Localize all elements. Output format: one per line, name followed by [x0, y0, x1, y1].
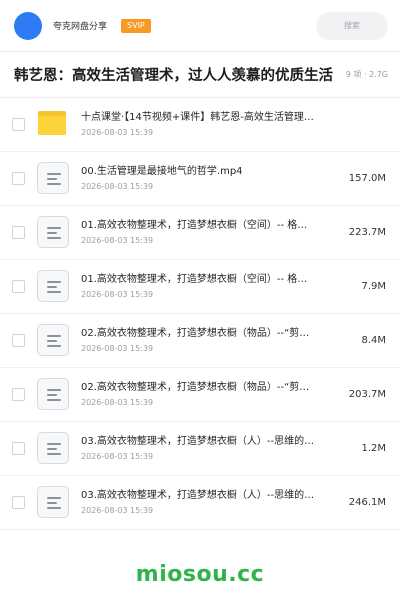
file-info: 03.高效衣物整理术，打造梦想衣橱（人）--思维的… 2026-08-03 15:…	[81, 435, 346, 462]
file-date: 2026-08-03 15:39	[81, 506, 154, 515]
file-row[interactable]: 00.生活管理是最接地气的哲学.mp4 2026-08-03 15:39 157.0…	[0, 152, 400, 206]
share-header: 夸克网盘分享 SVIP 搜索	[0, 0, 400, 52]
file-info: 02.高效衣物整理术，打造梦想衣橱（物品）--“剪… 2026-08-03 15:…	[81, 381, 346, 408]
file-info: 十点课堂·【14节视频+课件】韩艺恩-高效生活管理… 2026-08-03 15:…	[81, 111, 346, 138]
document-icon	[37, 431, 71, 466]
file-date: 2026-08-03 15:39	[81, 452, 154, 461]
file-row[interactable]: 03.高效衣物整理术，打造梦想衣橱（人）--思维的… 2026-08-03 15:…	[0, 476, 400, 530]
document-icon	[37, 485, 71, 520]
file-size: 157.0M	[348, 173, 386, 184]
file-list: 十点课堂·【14节视频+课件】韩艺恩-高效生活管理… 2026-08-03 15:…	[0, 98, 400, 530]
file-date: 2026-08-03 15:39	[81, 236, 154, 245]
share-owner-name: 夸克网盘分享	[53, 22, 108, 32]
file-date: 2026-08-03 15:39	[81, 182, 154, 191]
select-checkbox[interactable]	[12, 496, 25, 509]
file-size: 246.1M	[348, 497, 386, 508]
item-count-size: 9 项 · 2.7G	[339, 69, 388, 80]
select-checkbox[interactable]	[12, 172, 25, 185]
select-checkbox[interactable]	[12, 226, 25, 239]
select-checkbox[interactable]	[12, 280, 25, 293]
svip-badge: SVIP	[121, 18, 151, 33]
file-size: 8.4M	[361, 335, 386, 346]
file-size: 223.7M	[348, 227, 386, 238]
file-date: 2026-08-03 15:39	[81, 398, 154, 407]
select-checkbox[interactable]	[12, 388, 25, 401]
file-date: 2026-08-03 15:39	[81, 128, 154, 137]
document-icon	[37, 161, 71, 196]
file-info: 02.高效衣物整理术，打造梦想衣橱（物品）--“剪… 2026-08-03 15:…	[81, 327, 346, 354]
file-info: 01.高效衣物整理术，打造梦想衣橱（空间）-- 格… 2026-08-03 15:…	[81, 219, 346, 246]
file-info: 00.生活管理是最接地气的哲学.mp4 2026-08-03 15:39	[81, 165, 346, 192]
file-date: 2026-08-03 15:39	[81, 290, 154, 299]
file-name[interactable]: 01.高效衣物整理术，打造梦想衣橱（空间）-- 格…	[81, 219, 338, 233]
file-info: 01.高效衣物整理术，打造梦想衣橱（空间）-- 格… 2026-08-03 15:…	[81, 273, 346, 300]
search-placeholder: 搜索	[344, 21, 360, 30]
file-size: 7.9M	[361, 281, 386, 292]
search-input[interactable]: 搜索	[316, 11, 388, 40]
file-name[interactable]: 02.高效衣物整理术，打造梦想衣橱（物品）--“剪…	[81, 327, 338, 341]
file-name[interactable]: 01.高效衣物整理术，打造梦想衣橱（空间）-- 格…	[81, 273, 338, 287]
select-checkbox[interactable]	[12, 334, 25, 347]
select-checkbox[interactable]	[12, 118, 25, 131]
file-row[interactable]: 十点课堂·【14节视频+课件】韩艺恩-高效生活管理… 2026-08-03 15:…	[0, 98, 400, 152]
file-info: 03.高效衣物整理术，打造梦想衣橱（人）--思维的… 2026-08-03 15:…	[81, 489, 346, 516]
file-row[interactable]: 02.高效衣物整理术，打造梦想衣橱（物品）--“剪… 2026-08-03 15:…	[0, 368, 400, 422]
document-icon	[37, 323, 71, 358]
folder-title-bar: 韩艺恩：高效生活管理术，过人人羡慕的优质生活 9 项 · 2.7G	[0, 52, 400, 98]
file-name[interactable]: 十点课堂·【14节视频+课件】韩艺恩-高效生活管理…	[81, 111, 338, 125]
file-name[interactable]: 03.高效衣物整理术，打造梦想衣橱（人）--思维的…	[81, 435, 338, 449]
file-row[interactable]: 02.高效衣物整理术，打造梦想衣橱（物品）--“剪… 2026-08-03 15:…	[0, 314, 400, 368]
file-row[interactable]: 03.高效衣物整理术，打造梦想衣橱（人）--思维的… 2026-08-03 15:…	[0, 422, 400, 476]
document-icon	[37, 269, 71, 304]
file-row[interactable]: 01.高效衣物整理术，打造梦想衣橱（空间）-- 格… 2026-08-03 15:…	[0, 206, 400, 260]
file-name[interactable]: 00.生活管理是最接地气的哲学.mp4	[81, 165, 338, 179]
avatar[interactable]	[14, 11, 42, 40]
file-row[interactable]: 01.高效衣物整理术，打造梦想衣橱（空间）-- 格… 2026-08-03 15:…	[0, 260, 400, 314]
file-size: 1.2M	[361, 443, 386, 454]
document-icon	[37, 377, 71, 412]
file-date: 2026-08-03 15:39	[81, 344, 154, 353]
file-size: 203.7M	[348, 389, 386, 400]
file-name[interactable]: 02.高效衣物整理术，打造梦想衣橱（物品）--“剪…	[81, 381, 338, 395]
select-checkbox[interactable]	[12, 442, 25, 455]
watermark: miosou.cc	[135, 562, 265, 587]
page-title: 韩艺恩：高效生活管理术，过人人羡慕的优质生活	[14, 68, 333, 84]
folder-icon	[37, 108, 71, 142]
document-icon	[37, 215, 71, 250]
file-name[interactable]: 03.高效衣物整理术，打造梦想衣橱（人）--思维的…	[81, 489, 338, 503]
